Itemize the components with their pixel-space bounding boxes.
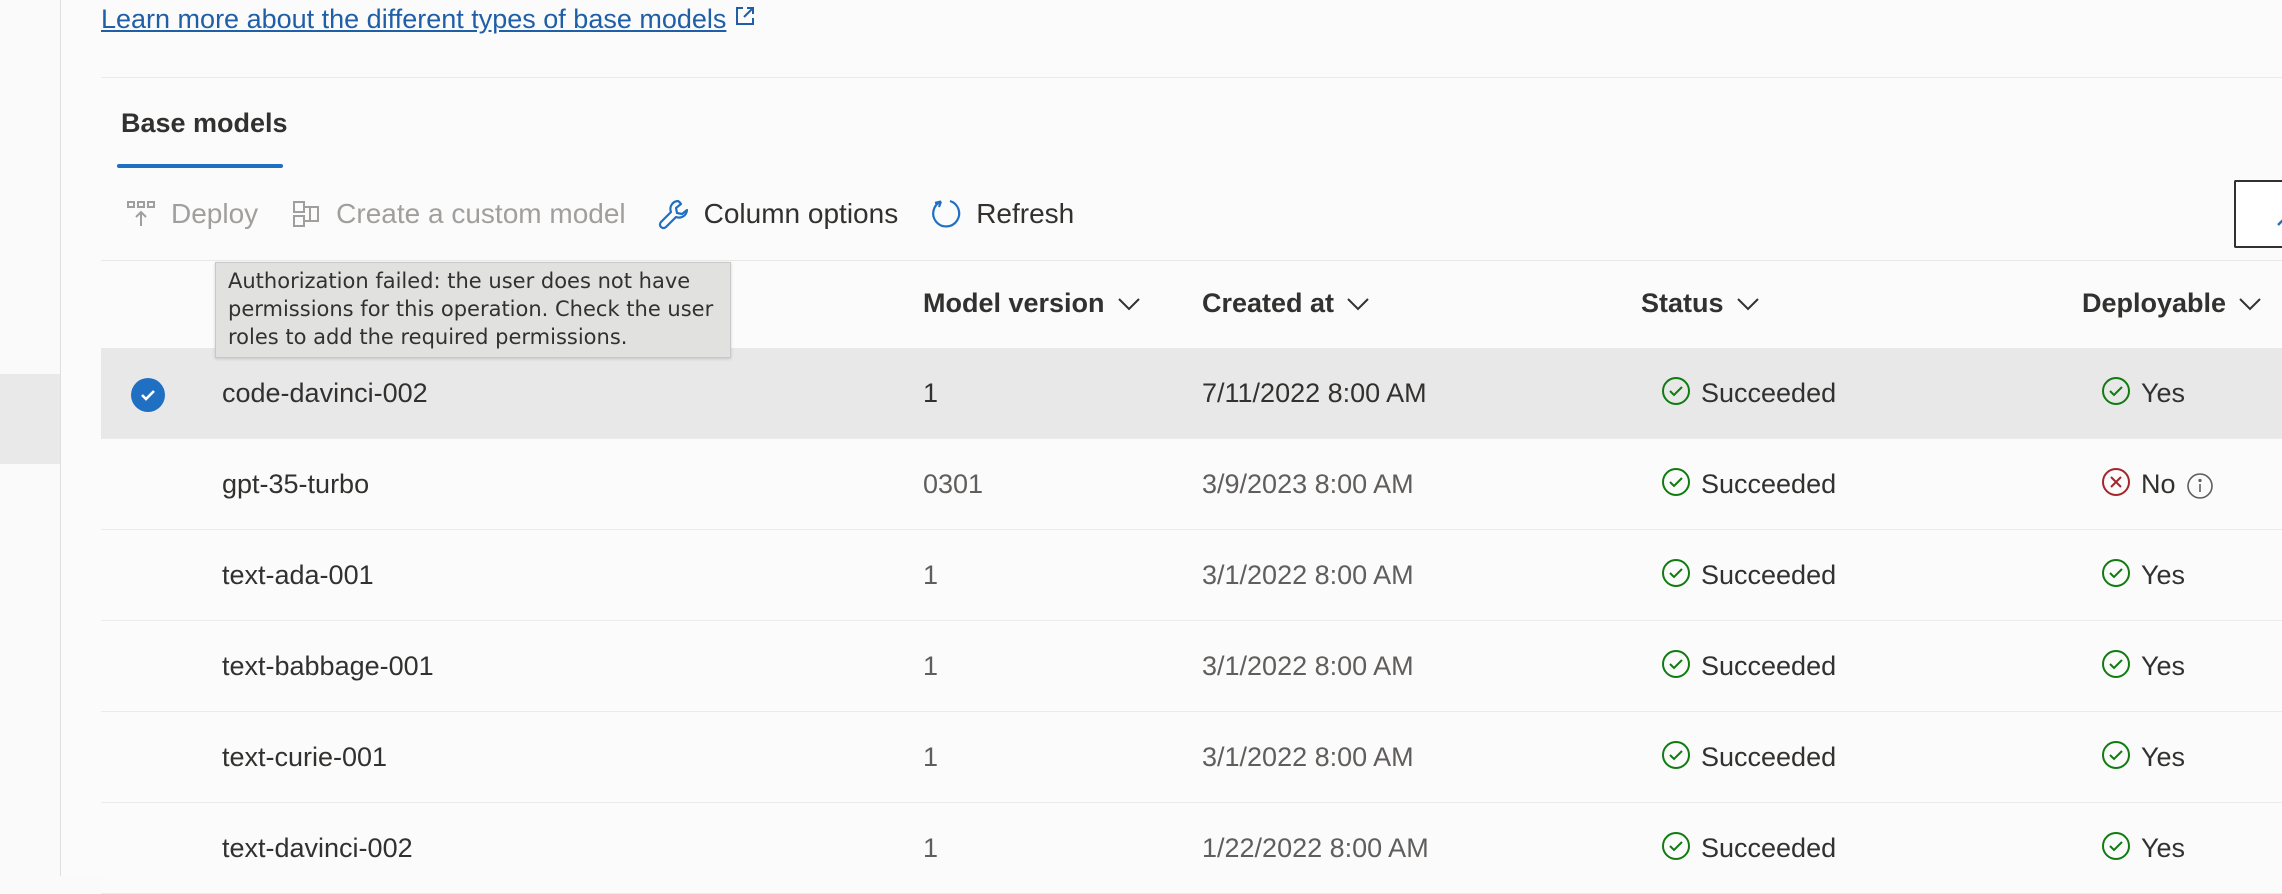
status-cell: Succeeded [1661, 348, 1836, 438]
success-check-icon [1661, 649, 1691, 679]
deployable-text: No [2141, 468, 2176, 499]
model-name: text-babbage-001 [222, 650, 434, 681]
table-row[interactable]: text-ada-001 1 3/1/2022 8:00 AM Succeede… [101, 530, 2282, 621]
success-check-icon [1661, 467, 1691, 497]
chevron-down-icon [1346, 297, 1370, 311]
create-custom-model-label: Create a custom model [336, 198, 626, 229]
status-cell: Succeeded [1661, 803, 1836, 893]
column-options-button[interactable]: Column options [656, 196, 899, 232]
table-row[interactable]: text-curie-001 1 3/1/2022 8:00 AM Succee… [101, 712, 2282, 803]
search-icon [2274, 198, 2282, 230]
model-version: 1 [923, 559, 939, 590]
search-input[interactable] [2234, 180, 2282, 248]
success-check-icon [2101, 558, 2131, 588]
status-text: Succeeded [1701, 650, 1837, 681]
deployable-text: Yes [2141, 650, 2186, 681]
model-name: code-davinci-002 [222, 377, 428, 408]
tab-base-models-label: Base models [121, 108, 288, 138]
status-text: Succeeded [1701, 559, 1837, 590]
row-checkbox-checked[interactable] [131, 378, 165, 412]
column-header-model-version[interactable]: Model version [923, 288, 1141, 319]
deployable-text: Yes [2141, 832, 2186, 863]
tab-active-indicator [117, 164, 283, 168]
table-row[interactable]: code-davinci-002 1 7/11/2022 8:00 AM Suc… [101, 348, 2282, 439]
info-icon[interactable] [2186, 472, 2214, 500]
external-link-icon [734, 3, 756, 34]
deployable-cell: Yes [2101, 803, 2185, 893]
error-x-icon [2101, 467, 2131, 497]
learn-more-link-text[interactable]: Learn more about the different types of … [101, 4, 726, 34]
success-check-icon [1661, 740, 1691, 770]
column-header-status[interactable]: Status [1641, 288, 1760, 319]
success-check-icon [2101, 649, 2131, 679]
model-name: gpt-35-turbo [222, 468, 370, 499]
deployable-cell: Yes [2101, 530, 2185, 620]
divider [101, 77, 2282, 78]
success-check-icon [2101, 376, 2131, 406]
created-at: 3/1/2022 8:00 AM [1202, 559, 1414, 590]
tab-base-models[interactable]: Base models [117, 108, 292, 168]
created-at: 3/1/2022 8:00 AM [1202, 650, 1414, 681]
wrench-icon [656, 196, 692, 232]
column-header-label: Model version [923, 288, 1105, 318]
refresh-button[interactable]: Refresh [928, 196, 1074, 232]
learn-more-link[interactable]: Learn more about the different types of … [101, 4, 756, 35]
success-check-icon [1661, 558, 1691, 588]
create-custom-model-button[interactable]: Create a custom model [288, 196, 626, 232]
status-text: Succeeded [1701, 741, 1837, 772]
status-cell: Succeeded [1661, 712, 1836, 802]
left-nav-selected-item[interactable] [0, 374, 60, 464]
status-cell: Succeeded [1661, 530, 1836, 620]
created-at: 1/22/2022 8:00 AM [1202, 832, 1429, 863]
authorization-tooltip: Authorization failed: the user does not … [215, 262, 731, 358]
deploy-icon [123, 196, 159, 232]
model-version: 0301 [923, 468, 984, 499]
success-check-icon [1661, 831, 1691, 861]
refresh-label: Refresh [976, 198, 1075, 229]
model-version: 1 [923, 832, 939, 863]
command-bar: Deploy Create a custom model Column opti… [101, 186, 1104, 242]
column-header-deployable[interactable]: Deployable [2082, 288, 2262, 319]
deployable-text: Yes [2141, 559, 2186, 590]
table-row[interactable]: text-babbage-001 1 3/1/2022 8:00 AM Succ… [101, 621, 2282, 712]
status-text: Succeeded [1701, 468, 1837, 499]
chevron-down-icon [1736, 297, 1760, 311]
success-check-icon [1661, 376, 1691, 406]
status-text: Succeeded [1701, 832, 1837, 863]
deployable-cell: Yes [2101, 348, 2185, 438]
model-name: text-davinci-002 [222, 832, 413, 863]
deployable-cell: No [2101, 439, 2214, 529]
chevron-down-icon [1117, 297, 1141, 311]
model-version: 1 [923, 377, 939, 408]
created-at: 7/11/2022 8:00 AM [1202, 377, 1427, 408]
deployable-cell: Yes [2101, 712, 2185, 802]
deployable-cell: Yes [2101, 621, 2185, 711]
model-version: 1 [923, 741, 939, 772]
deployable-text: Yes [2141, 741, 2186, 772]
status-cell: Succeeded [1661, 621, 1836, 711]
divider [101, 260, 2282, 261]
model-version: 1 [923, 650, 939, 681]
column-header-label: Status [1641, 288, 1724, 318]
deploy-label: Deploy [171, 198, 259, 229]
column-header-label: Deployable [2082, 288, 2227, 318]
model-name: text-curie-001 [222, 741, 388, 772]
created-at: 3/1/2022 8:00 AM [1202, 741, 1414, 772]
success-check-icon [2101, 740, 2131, 770]
refresh-icon [928, 196, 964, 232]
deploy-button[interactable]: Deploy [123, 196, 258, 232]
status-cell: Succeeded [1661, 439, 1836, 529]
table-row[interactable]: text-davinci-002 1 1/22/2022 8:00 AM Suc… [101, 803, 2282, 894]
table-row[interactable]: gpt-35-turbo 0301 3/9/2023 8:00 AM Succe… [101, 439, 2282, 530]
custom-model-icon [288, 196, 324, 232]
model-name: text-ada-001 [222, 559, 374, 590]
status-text: Succeeded [1701, 377, 1837, 408]
created-at: 3/9/2023 8:00 AM [1202, 468, 1414, 499]
success-check-icon [2101, 831, 2131, 861]
column-options-label: Column options [703, 198, 899, 229]
deployable-text: Yes [2141, 377, 2186, 408]
column-header-created-at[interactable]: Created at [1202, 288, 1370, 319]
column-header-label: Created at [1202, 288, 1335, 318]
chevron-down-icon [2238, 297, 2262, 311]
